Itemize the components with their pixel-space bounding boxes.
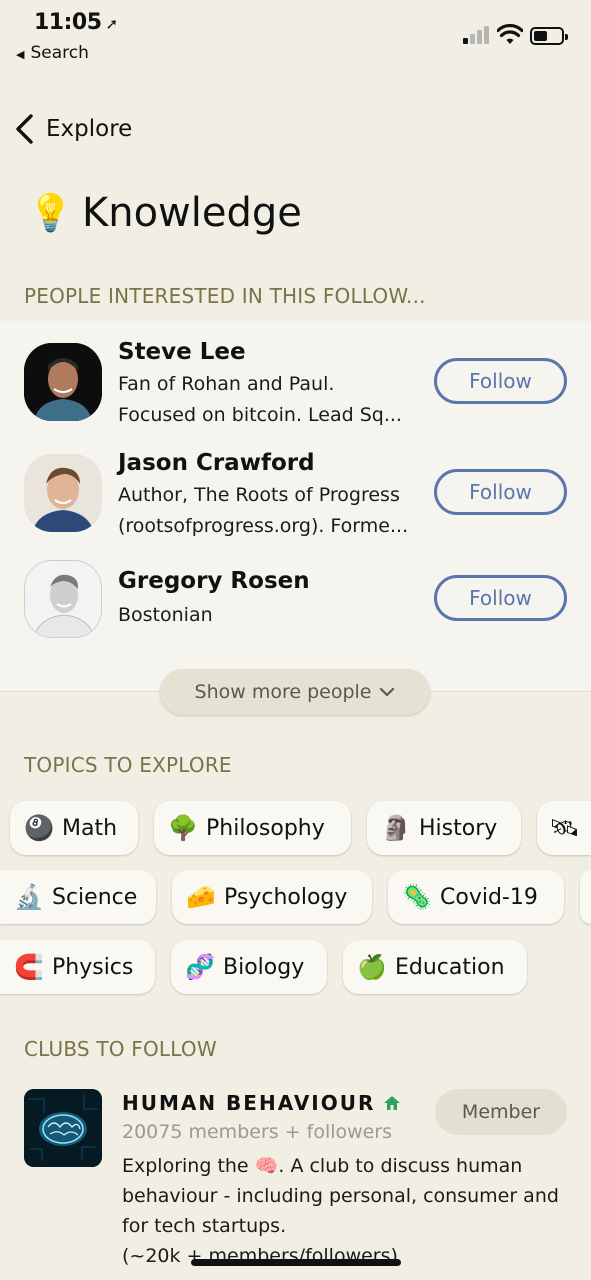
person-row[interactable]: Steve Lee Fan of Rohan and Paul. Focused… (0, 339, 591, 443)
topic-pill-biology[interactable]: 🧬 Biology (171, 940, 327, 994)
topic-label: History (419, 815, 498, 841)
clock: 11:05 ➚ (34, 10, 118, 35)
topic-pill-space[interactable]: 🛰 (537, 801, 591, 855)
topic-pill-offscreen[interactable] (580, 870, 591, 924)
topic-label: Psychology (224, 884, 348, 910)
avatar[interactable] (24, 454, 102, 532)
page-title: Knowledge (82, 190, 302, 236)
back-app-label: Search (30, 43, 89, 63)
magnet-icon: 🧲 (14, 953, 44, 981)
club-name[interactable]: HUMAN BEHAVIOUR (122, 1091, 401, 1115)
page-header: 💡 Knowledge (28, 190, 302, 236)
chevron-left-icon (16, 114, 33, 144)
topic-pill-education[interactable]: 🍏 Education (343, 940, 527, 994)
follow-button[interactable]: Follow (434, 358, 567, 404)
club-desc-line: (~20k + members/followers) (122, 1245, 398, 1267)
back-button[interactable]: Explore (14, 112, 132, 146)
microscope-icon: 🔬 (14, 883, 44, 911)
person-row[interactable]: Gregory Rosen Bostonian Follow (0, 560, 591, 660)
show-more-people-button[interactable]: Show more people (160, 669, 430, 715)
topic-label: Math (62, 815, 118, 841)
clubs-section-heading: CLUBS TO FOLLOW (24, 1037, 217, 1061)
person-name: Jason Crawford (118, 450, 315, 476)
topic-label: Biology (223, 954, 305, 980)
person-name: Gregory Rosen (118, 568, 310, 594)
person-bio: Author, The Roots of Progress (rootsofpr… (118, 480, 418, 542)
topic-pill-physics[interactable]: 🧲 Physics (0, 940, 155, 994)
location-arrow-icon: ➚ (105, 15, 119, 33)
microbe-icon: 🦠 (402, 883, 432, 911)
topic-label: Education (395, 954, 505, 980)
back-to-app-link[interactable]: ◀ Search (16, 43, 89, 63)
topic-label: Physics (52, 954, 134, 980)
person-bio-line: Focused on bitcoin. Lead Sq... (118, 404, 402, 426)
back-label: Explore (46, 116, 133, 142)
avatar[interactable] (24, 343, 102, 421)
person-bio-line: (rootsofprogress.org). Forme... (118, 515, 409, 537)
topic-pill-covid-19[interactable]: 🦠 Covid-19 (388, 870, 564, 924)
wifi-icon (497, 24, 523, 44)
pool-8-ball-icon: 🎱 (24, 814, 54, 842)
club-avatar[interactable] (24, 1089, 102, 1167)
club-member-count: 20075 members + followers (122, 1121, 393, 1143)
dna-icon: 🧬 (185, 953, 215, 981)
person-bio: Fan of Rohan and Paul. Focused on bitcoi… (118, 369, 418, 431)
home-indicator[interactable] (191, 1259, 401, 1266)
people-list: Steve Lee Fan of Rohan and Paul. Focused… (0, 321, 591, 692)
topic-label: Philosophy (206, 815, 325, 841)
cellular-signal-icon (463, 26, 491, 44)
person-bio-line: Author, The Roots of Progress (118, 484, 400, 506)
person-bio: Bostonian (118, 600, 418, 631)
show-more-label: Show more people (194, 681, 372, 703)
tree-icon: 🌳 (168, 814, 198, 842)
topic-pill-psychology[interactable]: 🧀 Psychology (172, 870, 372, 924)
person-name: Steve Lee (118, 339, 246, 365)
follow-button[interactable]: Follow (434, 469, 567, 515)
satellite-icon: 🛰 (549, 814, 580, 842)
clock-time: 11:05 (34, 10, 102, 35)
topic-label: Covid-19 (440, 884, 538, 910)
club-description: Exploring the 🧠. A club to discuss human… (122, 1151, 562, 1271)
topic-pill-science[interactable]: 🔬 Science (0, 870, 156, 924)
member-button[interactable]: Member (435, 1089, 567, 1135)
green-apple-icon: 🍏 (357, 953, 387, 981)
battery-icon (530, 27, 568, 45)
club-desc-text: Exploring the (122, 1155, 249, 1177)
topic-pill-history[interactable]: 🗿 History (367, 801, 521, 855)
back-triangle-icon: ◀ (16, 48, 25, 61)
people-section-heading: PEOPLE INTERESTED IN THIS FOLLOW... (24, 284, 426, 308)
topic-label: Science (52, 884, 138, 910)
follow-button[interactable]: Follow (434, 575, 567, 621)
club-name-text: HUMAN BEHAVIOUR (122, 1091, 376, 1115)
topic-pill-philosophy[interactable]: 🌳 Philosophy (154, 801, 351, 855)
topics-section-heading: TOPICS TO EXPLORE (24, 753, 232, 777)
topic-pill-math[interactable]: 🎱 Math (10, 801, 138, 855)
lightbulb-icon: 💡 (28, 193, 73, 234)
house-icon (384, 1096, 401, 1110)
status-bar: 11:05 ➚ ◀ Search (0, 0, 591, 70)
person-bio-line: Bostonian (118, 604, 213, 626)
brain-icon: 🧠 (254, 1155, 279, 1177)
person-bio-line: Fan of Rohan and Paul. (118, 373, 335, 395)
cheese-icon: 🧀 (186, 883, 216, 911)
chevron-down-icon (380, 687, 395, 697)
avatar[interactable] (24, 560, 102, 638)
moai-icon: 🗿 (381, 814, 411, 842)
person-row[interactable]: Jason Crawford Author, The Roots of Prog… (0, 450, 591, 554)
